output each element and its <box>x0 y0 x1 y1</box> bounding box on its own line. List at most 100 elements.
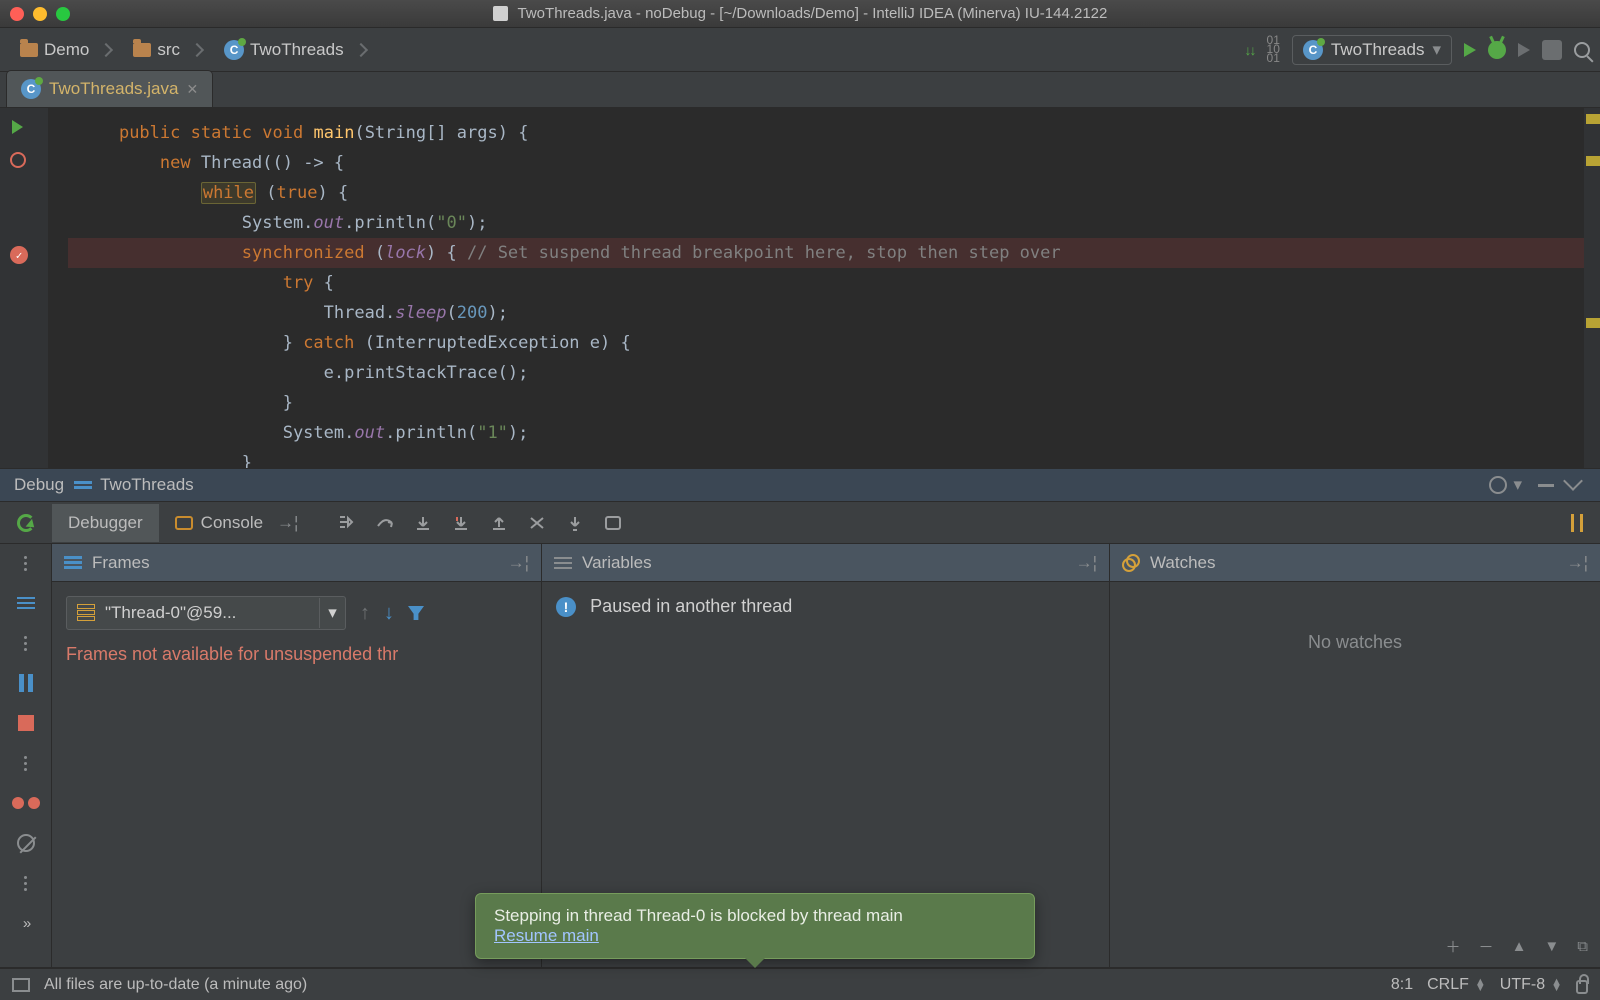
breadcrumb-label: src <box>157 40 180 60</box>
move-up-button[interactable]: ▲ <box>1512 938 1527 955</box>
panel-more-icon[interactable]: →¦ <box>508 553 529 573</box>
expand-icon[interactable]: » <box>12 912 40 934</box>
breadcrumb-class[interactable]: C TwoThreads <box>214 36 376 64</box>
project-structure-button[interactable] <box>1542 40 1562 60</box>
copy-watch-button[interactable]: ⧉ <box>1577 938 1588 955</box>
resume-main-link[interactable]: Resume main <box>494 926 599 945</box>
mute-breakpoints-button[interactable] <box>12 832 40 854</box>
watches-toolbar: ＋ － ▲ ▼ ⧉ <box>1446 936 1588 957</box>
debug-config-icon <box>74 481 92 489</box>
editor-gutter[interactable] <box>0 108 48 468</box>
blocked-thread-tooltip: Stepping in thread Thread-0 is blocked b… <box>475 893 1035 959</box>
macos-titlebar: TwoThreads.java - noDebug - [~/Downloads… <box>0 0 1600 28</box>
move-down-button[interactable]: ▼ <box>1544 938 1559 955</box>
filter-frames-icon[interactable] <box>408 606 424 620</box>
add-watch-button[interactable]: ＋ <box>1446 936 1461 957</box>
tab-debugger[interactable]: Debugger <box>52 504 159 542</box>
warning-stripe-marker[interactable] <box>1586 156 1600 166</box>
debug-config-name: TwoThreads <box>100 475 194 495</box>
window-controls <box>10 7 70 21</box>
more-actions-icon[interactable] <box>12 752 40 774</box>
remove-watch-button[interactable]: － <box>1479 936 1494 957</box>
close-tab-icon[interactable]: ✕ <box>186 81 198 98</box>
debug-left-actions <box>0 514 52 532</box>
close-window-button[interactable] <box>10 7 24 21</box>
variables-title: Variables <box>582 553 652 573</box>
zoom-window-button[interactable] <box>56 7 70 21</box>
dropdown-icon[interactable]: ▾ <box>319 598 345 628</box>
variables-header: Variables →¦ <box>542 544 1109 582</box>
tab-more-icon: →¦ <box>271 513 304 533</box>
code-editor[interactable]: public static void main(String[] args) {… <box>0 108 1600 468</box>
chevron-right-icon <box>354 42 368 56</box>
frames-header: Frames →¦ <box>52 544 541 582</box>
breadcrumb-src[interactable]: src <box>123 36 212 64</box>
cursor-position[interactable]: 8:1 <box>1391 976 1413 994</box>
thread-selector[interactable]: "Thread-0"@59... ▾ <box>66 596 346 630</box>
drop-frame-icon[interactable] <box>526 513 548 533</box>
more-actions-icon[interactable] <box>12 632 40 654</box>
run-coverage-button[interactable] <box>1518 43 1530 57</box>
prev-frame-button[interactable]: ↑ <box>360 602 370 625</box>
thread-dump-icon[interactable] <box>1566 513 1588 533</box>
show-execution-point-icon[interactable] <box>336 513 358 533</box>
code-area[interactable]: public static void main(String[] args) {… <box>68 108 1600 468</box>
search-everywhere-icon[interactable] <box>1574 42 1590 58</box>
window-title: TwoThreads.java - noDebug - [~/Downloads… <box>0 5 1600 22</box>
run-button[interactable] <box>1464 43 1476 57</box>
toolwindow-settings-dropdown[interactable]: ▾ <box>1513 475 1522 495</box>
variables-message-text: Paused in another thread <box>590 596 792 616</box>
class-icon: C <box>21 79 41 99</box>
line-separator[interactable]: CRLF▲▼ <box>1427 976 1486 994</box>
breadcrumb-project[interactable]: Demo <box>10 36 121 64</box>
file-encoding[interactable]: UTF-8▲▼ <box>1500 976 1562 994</box>
layout-icon[interactable] <box>12 592 40 614</box>
pause-program-button[interactable] <box>12 672 40 694</box>
debug-button[interactable] <box>1488 41 1506 59</box>
settings-icon[interactable] <box>1489 476 1507 494</box>
frames-icon <box>64 556 82 569</box>
more-actions-icon[interactable] <box>12 552 40 574</box>
hide-toolwindow-icon[interactable] <box>1563 471 1583 491</box>
watches-panel: Watches →¦ No watches ＋ － ▲ ▼ ⧉ <box>1110 544 1600 967</box>
error-stripe[interactable] <box>1584 108 1600 468</box>
step-into-icon[interactable] <box>412 513 434 533</box>
debug-toolwindow-header: Debug TwoThreads ▾ <box>0 468 1600 502</box>
thread-label: "Thread-0"@59... <box>105 603 236 623</box>
panel-more-icon[interactable]: →¦ <box>1567 553 1588 573</box>
class-icon: C <box>224 40 244 60</box>
run-line-marker-icon[interactable] <box>12 120 23 134</box>
editor-tab[interactable]: C TwoThreads.java ✕ <box>6 70 213 107</box>
chevron-right-icon <box>99 42 113 56</box>
step-over-icon[interactable] <box>374 513 396 533</box>
step-out-icon[interactable] <box>488 513 510 533</box>
console-icon <box>175 516 193 530</box>
next-frame-button[interactable]: ↓ <box>384 602 394 625</box>
breakpoint-icon[interactable] <box>10 246 28 264</box>
recursive-marker-icon[interactable] <box>10 152 26 168</box>
view-breakpoints-button[interactable] <box>12 792 40 814</box>
run-config-selector[interactable]: C TwoThreads ▾ <box>1292 35 1452 65</box>
minimize-window-button[interactable] <box>33 7 47 21</box>
evaluate-expression-icon[interactable] <box>602 513 624 533</box>
minimize-toolwindow-icon[interactable] <box>1538 484 1554 487</box>
editor-tab-label: TwoThreads.java <box>49 79 178 99</box>
frames-body: "Thread-0"@59... ▾ ↑ ↓ Frames not availa… <box>52 582 541 967</box>
rerun-button[interactable] <box>17 514 35 532</box>
run-to-cursor-icon[interactable] <box>564 513 586 533</box>
warning-stripe-marker[interactable] <box>1586 318 1600 328</box>
warning-stripe-marker[interactable] <box>1586 114 1600 124</box>
main-toolbar: Demo src C TwoThreads ↓↓ 011001 C TwoThr… <box>0 28 1600 72</box>
more-actions-icon[interactable] <box>12 872 40 894</box>
readonly-lock-icon[interactable] <box>1576 980 1588 994</box>
vcs-update-icon[interactable]: ↓↓ <box>1245 42 1255 58</box>
force-step-into-icon[interactable] <box>450 513 472 533</box>
tab-console[interactable]: Console →¦ <box>159 504 321 542</box>
breadcrumb-label: Demo <box>44 40 89 60</box>
fold-gutter[interactable] <box>48 108 68 468</box>
tab-label: Console <box>201 513 263 533</box>
debug-body: » Frames →¦ "Thread-0"@59... ▾ ↑ ↓ F <box>0 544 1600 968</box>
panel-more-icon[interactable]: →¦ <box>1076 553 1097 573</box>
toolwindows-toggle-icon[interactable] <box>12 978 30 992</box>
stop-program-button[interactable] <box>12 712 40 734</box>
